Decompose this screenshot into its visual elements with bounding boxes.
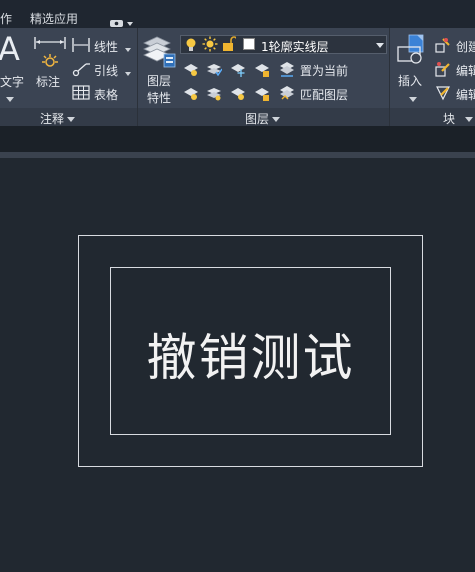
table-label[interactable]: 表格 (94, 86, 118, 103)
match-layer-label[interactable]: 匹配图层 (300, 86, 348, 103)
layer-on-icon[interactable] (183, 86, 199, 105)
leader-icon[interactable] (72, 61, 90, 81)
edit-attributes-icon[interactable] (435, 85, 451, 105)
layer-thaw-icon[interactable] (230, 86, 246, 105)
chevron-down-icon (272, 117, 281, 122)
table-icon[interactable] (72, 85, 90, 104)
linear-label[interactable]: 线性 (94, 38, 118, 55)
menu-bar: 作 精选应用 (0, 0, 475, 28)
menu-item-partial[interactable]: 作 (0, 10, 12, 27)
text-label[interactable]: 文字 (0, 73, 24, 90)
create-block-label[interactable]: 创建 (456, 38, 475, 55)
layer-unisolate-icon[interactable] (206, 86, 222, 105)
set-current-icon[interactable] (279, 61, 295, 81)
chevron-down-icon[interactable] (122, 63, 131, 82)
dimension-label[interactable]: 标注 (36, 73, 60, 90)
current-layer-name: 1轮廓实线层 (261, 40, 329, 54)
sun-icon[interactable] (202, 36, 218, 56)
leader-label[interactable]: 引线 (94, 62, 118, 79)
chevron-down-icon (465, 117, 474, 122)
unlock-icon[interactable] (222, 36, 238, 56)
text-a-icon[interactable]: A (0, 30, 20, 68)
linear-dim-icon[interactable] (72, 37, 90, 57)
layer-properties-icon[interactable] (142, 34, 176, 72)
edit-block-icon[interactable] (435, 61, 451, 81)
layer-lock-icon[interactable] (254, 62, 270, 81)
toolbar-gap (0, 126, 475, 152)
edit-block-label[interactable]: 编辑 (456, 62, 475, 79)
insert-label[interactable]: 插入 (398, 72, 422, 89)
chevron-down-icon (67, 117, 76, 122)
match-layer-icon[interactable] (279, 85, 295, 105)
block-panel-title[interactable]: 块 (443, 110, 474, 127)
chevron-down-icon (376, 43, 384, 48)
layers-panel-title[interactable]: 图层 (245, 110, 281, 127)
dimension-icon[interactable] (33, 35, 67, 73)
bulb-on-icon[interactable] (184, 37, 198, 56)
annotation-panel-title[interactable]: 注释 (40, 110, 76, 127)
layer-color-swatch (243, 38, 255, 50)
layer-freeze-icon[interactable] (230, 62, 246, 81)
layer-off-icon[interactable] (183, 62, 199, 81)
chevron-down-icon[interactable] (406, 89, 417, 108)
insert-block-icon[interactable] (395, 34, 429, 72)
panel-separator (137, 28, 138, 126)
chevron-down-icon[interactable] (3, 89, 14, 108)
panel-separator (389, 28, 390, 126)
layer-properties-label-2[interactable]: 特性 (147, 89, 171, 106)
create-block-icon[interactable] (435, 37, 451, 57)
layer-properties-label-1[interactable]: 图层 (147, 72, 171, 89)
layer-unlock-icon[interactable] (254, 86, 270, 105)
menu-item-featured-apps[interactable]: 精选应用 (30, 10, 78, 27)
drawing-text[interactable]: 撤销测试 (110, 320, 391, 396)
layer-isolate-icon[interactable] (206, 62, 223, 81)
set-current-label[interactable]: 置为当前 (300, 62, 348, 79)
chevron-down-icon[interactable] (122, 39, 131, 58)
edit-attributes-label[interactable]: 编辑 (456, 86, 475, 103)
